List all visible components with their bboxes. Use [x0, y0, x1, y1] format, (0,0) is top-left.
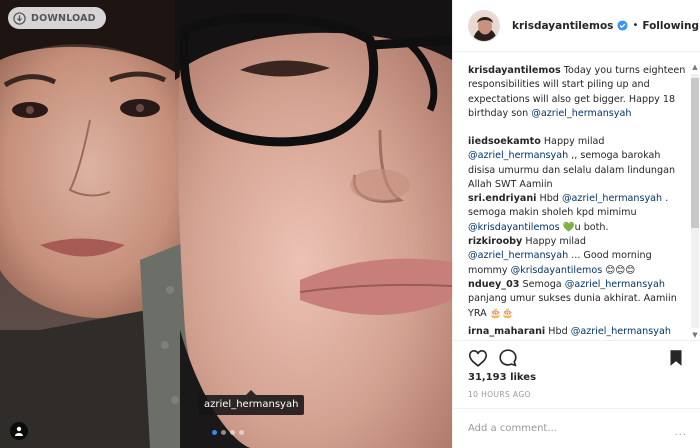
add-comment-bar: ...: [453, 408, 700, 448]
scroll-up-icon[interactable]: ▲: [691, 62, 699, 72]
post-photo[interactable]: DOWNLOAD azriel_hermansyah: [0, 0, 452, 448]
comment-username[interactable]: rizkirooby: [468, 236, 522, 247]
comment-input[interactable]: [468, 423, 668, 434]
comment-mention[interactable]: @krisdayantilemos: [468, 222, 560, 233]
carousel-dot: [212, 430, 217, 435]
download-icon: [13, 11, 26, 25]
comment-mention[interactable]: @azriel_hermansyah: [571, 326, 671, 337]
photo-image: [0, 0, 452, 448]
comment-text: Semoga: [519, 279, 565, 290]
post-actions: [453, 340, 700, 374]
download-label: DOWNLOAD: [31, 12, 96, 24]
verified-badge-icon: [617, 20, 628, 31]
comment-text: Hbd: [545, 326, 571, 337]
comment-text: Hbd: [536, 193, 562, 204]
avatar[interactable]: [468, 9, 500, 42]
comment-item: krisdayantilemos Today you turns eightee…: [468, 64, 686, 122]
comment-mention[interactable]: @krisdayantilemos: [511, 265, 603, 276]
more-options-icon[interactable]: ...: [674, 427, 687, 438]
comment-mention[interactable]: @azriel_hermansyah: [531, 108, 631, 119]
comment-username[interactable]: iiedsoekamto: [468, 136, 541, 147]
avatar-image: [469, 10, 499, 41]
comment-text: Happy milad: [522, 236, 587, 247]
comment-mention[interactable]: @azriel_hermansyah: [565, 279, 665, 290]
comment-username[interactable]: irna_maharani: [468, 326, 545, 337]
carousel-dot: [230, 430, 235, 435]
comment-mention[interactable]: @azriel_hermansyah: [468, 250, 568, 261]
header-separator: •: [632, 20, 639, 31]
comment-icon[interactable]: [497, 347, 519, 369]
likes-count[interactable]: 31,193 likes: [468, 372, 536, 383]
comment-mention[interactable]: @azriel_hermansyah: [468, 150, 568, 161]
scrollbar-thumb[interactable]: [691, 78, 699, 228]
comment-item: rizkirooby Happy milad @azriel_hermansya…: [468, 235, 686, 278]
instagram-post-modal: DOWNLOAD azriel_hermansyah krisdayantile…: [0, 0, 700, 448]
comment-item: nduey_03 Semoga @azriel_hermansyah panja…: [468, 278, 686, 321]
comment-username[interactable]: sri.endriyani: [468, 193, 536, 204]
comment-username[interactable]: nduey_03: [468, 279, 519, 290]
carousel-dot: [239, 430, 244, 435]
tagged-user-label[interactable]: azriel_hermansyah: [198, 390, 305, 415]
header-username[interactable]: krisdayantilemos: [512, 20, 613, 32]
heart-icon[interactable]: [467, 347, 489, 369]
comment-username[interactable]: krisdayantilemos: [468, 65, 561, 76]
comment-item: irna_maharani Hbd @azriel_hermansyah: [468, 325, 686, 339]
comment-mention[interactable]: @azriel_hermansyah: [562, 193, 662, 204]
comment-text: 💚u both.: [559, 221, 609, 233]
comment-item: iiedsoekamto Happy milad @azriel_hermans…: [468, 135, 686, 193]
comments-list[interactable]: krisdayantilemos Today you turns eightee…: [453, 58, 700, 340]
bookmark-icon[interactable]: [665, 347, 687, 369]
user-tag-icon[interactable]: [10, 422, 28, 440]
person-icon: [15, 426, 23, 436]
post-header: krisdayantilemos • Following: [453, 0, 700, 52]
comments-scrollbar[interactable]: ▲ ▼: [690, 62, 700, 340]
download-button[interactable]: DOWNLOAD: [8, 7, 106, 29]
scroll-down-icon[interactable]: ▼: [691, 330, 699, 340]
post-sidebar: krisdayantilemos • Following krisdayanti…: [452, 0, 700, 448]
post-timestamp: 10 HOURS AGO: [468, 390, 531, 399]
comment-text: 😊😊😊: [602, 264, 636, 276]
following-button[interactable]: Following: [642, 20, 699, 32]
carousel-dot: [221, 430, 226, 435]
comment-item: sri.endriyani Hbd @azriel_hermansyah . s…: [468, 192, 686, 235]
carousel-indicator: [212, 430, 244, 435]
comment-text: Happy milad: [540, 136, 605, 147]
comment-text: panjang umur sukses dunia akhirat. Aamii…: [468, 293, 677, 319]
